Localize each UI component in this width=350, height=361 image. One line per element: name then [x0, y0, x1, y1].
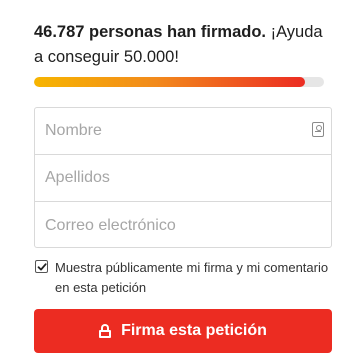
signature-count: 46.787 personas han firmado.	[34, 23, 267, 41]
contact-card-icon[interactable]	[312, 122, 324, 137]
signature-progress-fill	[34, 77, 306, 87]
public-signature-checkbox[interactable]	[35, 260, 48, 273]
sign-petition-label: Firma esta petición	[121, 322, 267, 339]
checkmark-icon	[37, 262, 47, 270]
last-name-placeholder: Apellidos	[45, 169, 110, 186]
email-field[interactable]: Correo electrónico	[35, 202, 331, 249]
public-signature-label: Muestra públicamente mi firma y mi comen…	[55, 260, 329, 295]
signature-progress-bar	[34, 77, 324, 87]
signature-form: Nombre Apellidos Correo electrónico	[34, 107, 332, 248]
first-name-field[interactable]: Nombre	[35, 108, 331, 155]
lock-icon	[99, 324, 112, 338]
first-name-placeholder: Nombre	[45, 122, 102, 139]
last-name-field[interactable]: Apellidos	[35, 155, 331, 202]
signature-count-headline: 46.787 personas han firmado. ¡Ayuda a co…	[34, 20, 334, 70]
public-signature-consent: Muestra públicamente mi firma y mi comen…	[34, 258, 334, 298]
sign-petition-button[interactable]: Firma esta petición	[34, 309, 332, 353]
email-placeholder: Correo electrónico	[45, 216, 176, 234]
